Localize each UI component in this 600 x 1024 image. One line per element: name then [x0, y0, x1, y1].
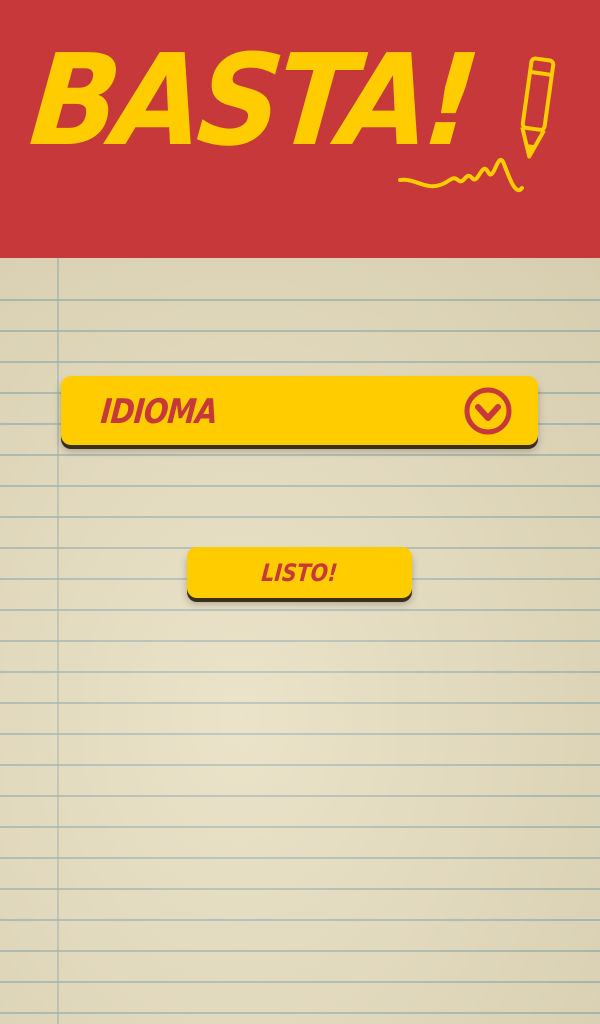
notebook-paper-background: [0, 258, 600, 1024]
language-dropdown-label: IDIOMA: [99, 392, 219, 432]
chevron-down-icon: [464, 387, 512, 435]
app-screen: BASTA! IDIOMA LISTO!: [0, 0, 600, 1024]
header-banner: BASTA!: [0, 0, 600, 258]
done-button[interactable]: LISTO!: [187, 547, 412, 598]
language-dropdown[interactable]: IDIOMA: [61, 376, 538, 445]
pencil-icon: [398, 56, 556, 192]
done-button-label: LISTO!: [260, 559, 339, 587]
